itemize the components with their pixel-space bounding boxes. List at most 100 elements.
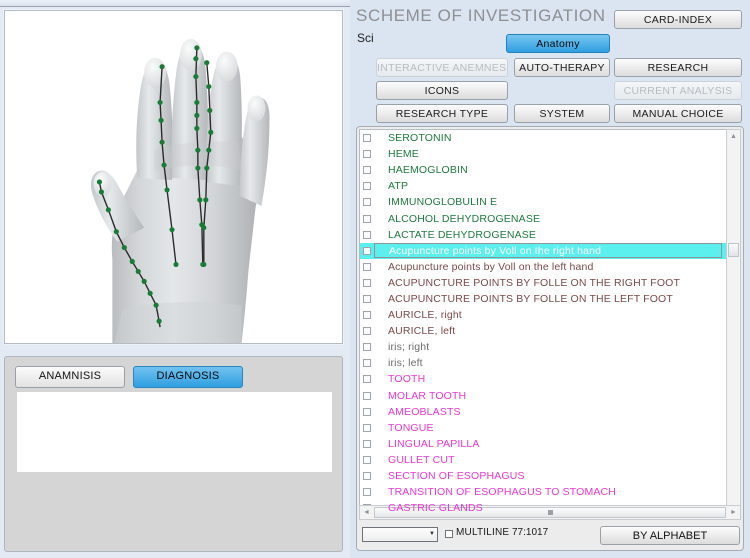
list-item-checkbox[interactable] bbox=[363, 150, 371, 158]
list-item-label: iris; left bbox=[388, 357, 423, 369]
list-item-label: ACUPUNCTURE POINTS BY FOLLE ON THE RIGHT… bbox=[388, 277, 680, 289]
list-item-label: ATP bbox=[388, 180, 408, 192]
list-item-checkbox[interactable] bbox=[363, 198, 371, 206]
list-item[interactable]: iris; right bbox=[360, 339, 726, 355]
list-item-checkbox[interactable] bbox=[363, 472, 371, 480]
list-status-bar: ▼ MULTILINE 77:1017 BY ALPHABET bbox=[357, 522, 743, 550]
chevron-down-icon: ▼ bbox=[429, 531, 435, 537]
list-item[interactable]: ACUPUNCTURE POINTS BY FOLLE ON THE LEFT … bbox=[360, 291, 726, 307]
manual-choice-button[interactable]: MANUAL CHOICE bbox=[614, 104, 742, 123]
research-type-button[interactable]: RESEARCH TYPE bbox=[376, 104, 508, 123]
list-item-checkbox[interactable] bbox=[363, 343, 371, 351]
list-item-checkbox[interactable] bbox=[363, 166, 371, 174]
list-item-checkbox[interactable] bbox=[363, 263, 371, 271]
list-item-label: Acupuncture points by Voll on the left h… bbox=[388, 261, 594, 273]
system-button[interactable]: SYSTEM bbox=[514, 104, 610, 123]
list-item-label: iris; right bbox=[388, 341, 429, 353]
list-item[interactable]: ALCOHOL DEHYDROGENASE bbox=[360, 210, 726, 226]
list-item[interactable]: HAEMOGLOBIN bbox=[360, 162, 726, 178]
by-alphabet-button[interactable]: BY ALPHABET bbox=[600, 526, 740, 545]
list-item-label: TRANSITION OF ESOPHAGUS TO STOMACH bbox=[388, 486, 616, 498]
page-title: SCHEME OF INVESTIGATION bbox=[356, 6, 606, 26]
scroll-up-icon[interactable]: ▲ bbox=[727, 130, 740, 143]
vertical-scrollbar[interactable]: ▲ ▼ bbox=[726, 129, 741, 516]
card-index-button[interactable]: CARD-INDEX bbox=[614, 10, 742, 29]
list-item-label: GULLET CUT bbox=[388, 454, 455, 466]
icons-button[interactable]: ICONS bbox=[376, 81, 508, 100]
tab-diagnosis[interactable]: DIAGNOSIS bbox=[133, 366, 243, 388]
diagnosis-text-area[interactable] bbox=[17, 392, 332, 472]
list-item-checkbox[interactable] bbox=[363, 311, 371, 319]
list-item-label: LINGUAL PAPILLA bbox=[388, 438, 480, 450]
list-item[interactable]: LACTATE DEHYDROGENASE bbox=[360, 227, 726, 243]
list-item[interactable]: AURICLE, right bbox=[360, 307, 726, 323]
diagnosis-panel: ANAMNISIS DIAGNOSIS bbox=[4, 356, 343, 552]
list-item[interactable]: AURICLE, left bbox=[360, 323, 726, 339]
left-column: ANAMNISIS DIAGNOSIS bbox=[0, 0, 350, 558]
list-item[interactable]: ATP bbox=[360, 178, 726, 194]
hand-image-panel[interactable] bbox=[4, 10, 343, 344]
list-item-checkbox[interactable] bbox=[363, 408, 371, 416]
application-window: ANAMNISIS DIAGNOSIS SCHEME OF INVESTIGAT… bbox=[0, 0, 750, 558]
list-item[interactable]: SECTION OF ESOPHAGUS bbox=[360, 468, 726, 484]
auto-therapy-button[interactable]: AUTO-THERAPY bbox=[514, 58, 610, 77]
list-item-label: IMMUNOGLOBULIN E bbox=[388, 196, 497, 208]
anatomy-button[interactable]: Anatomy bbox=[506, 34, 610, 53]
list-item-checkbox[interactable] bbox=[363, 215, 371, 223]
list-item-label: ACUPUNCTURE POINTS BY FOLLE ON THE LEFT … bbox=[388, 293, 673, 305]
list-item[interactable]: MOLAR TOOTH bbox=[360, 388, 726, 404]
list-item[interactable]: IMMUNOGLOBULIN E bbox=[360, 194, 726, 210]
vertical-scrollbar-thumb[interactable] bbox=[728, 243, 739, 257]
list-item[interactable]: TOOTH bbox=[360, 371, 726, 387]
list-item-checkbox[interactable] bbox=[363, 375, 371, 383]
interactive-anemnesis-button[interactable]: INTERACTIVE ANEMNESIS bbox=[376, 58, 508, 77]
list-item[interactable]: Acupuncture points by Voll on the left h… bbox=[360, 259, 726, 275]
list-item-checkbox[interactable] bbox=[363, 247, 371, 255]
list-item-label: GASTRIC GLANDS bbox=[388, 502, 483, 514]
acupuncture-hand-diagram bbox=[5, 11, 342, 343]
list-item[interactable]: GULLET CUT bbox=[360, 452, 726, 468]
research-button[interactable]: RESEARCH bbox=[614, 58, 742, 77]
list-item[interactable]: TONGUE bbox=[360, 420, 726, 436]
list-item-label: LACTATE DEHYDROGENASE bbox=[388, 229, 536, 241]
list-item[interactable]: SEROTONIN bbox=[360, 130, 726, 146]
list-item-label: MOLAR TOOTH bbox=[388, 390, 466, 402]
list-item-checkbox[interactable] bbox=[363, 182, 371, 190]
list-item[interactable]: LINGUAL PAPILLA bbox=[360, 436, 726, 452]
scroll-right-icon[interactable]: ► bbox=[727, 506, 740, 519]
multiline-checkbox[interactable] bbox=[445, 530, 453, 538]
list-item[interactable]: iris; left bbox=[360, 355, 726, 371]
list-item[interactable]: ACUPUNCTURE POINTS BY FOLLE ON THE RIGHT… bbox=[360, 275, 726, 291]
list-item-label: HEME bbox=[388, 148, 419, 160]
list-item-label: SECTION OF ESOPHAGUS bbox=[388, 470, 525, 482]
list-item-label: ALCOHOL DEHYDROGENASE bbox=[388, 213, 540, 225]
multiline-label: MULTILINE bbox=[456, 527, 509, 538]
list-item-label: SEROTONIN bbox=[388, 132, 452, 144]
list-item-checkbox[interactable] bbox=[363, 488, 371, 496]
list-item[interactable]: HEME bbox=[360, 146, 726, 162]
list-item-checkbox[interactable] bbox=[363, 359, 371, 367]
list-item-checkbox[interactable] bbox=[363, 231, 371, 239]
list-item-checkbox[interactable] bbox=[363, 134, 371, 142]
list-item-checkbox[interactable] bbox=[363, 424, 371, 432]
list-item-checkbox[interactable] bbox=[363, 456, 371, 464]
investigation-list[interactable]: SEROTONIN HEME HAEMOGLOBIN ATP IMMUNOGLOBULI… bbox=[359, 129, 727, 516]
list-item-checkbox[interactable] bbox=[363, 295, 371, 303]
list-item[interactable]: Acupuncture points by Voll on the right … bbox=[360, 243, 726, 259]
current-analysis-button[interactable]: CURRENT ANALYSIS bbox=[614, 81, 742, 100]
list-item-label: Acupuncture points by Voll on the right … bbox=[389, 245, 601, 257]
filter-dropdown[interactable]: ▼ bbox=[362, 527, 438, 542]
list-item-label: AURICLE, right bbox=[388, 309, 462, 321]
scroll-left-icon[interactable]: ◄ bbox=[360, 506, 373, 519]
list-item-checkbox[interactable] bbox=[363, 327, 371, 335]
list-item[interactable]: TRANSITION OF ESOPHAGUS TO STOMACH bbox=[360, 484, 726, 500]
record-counter: 77:1017 bbox=[512, 527, 548, 538]
list-item-checkbox[interactable] bbox=[363, 440, 371, 448]
tab-anamnisis[interactable]: ANAMNISIS bbox=[15, 366, 125, 388]
scheme-subtitle: Sci bbox=[357, 31, 374, 45]
list-item-checkbox[interactable] bbox=[363, 392, 371, 400]
diagnosis-tab-group: ANAMNISIS DIAGNOSIS bbox=[15, 366, 243, 388]
list-item-checkbox[interactable] bbox=[363, 279, 371, 287]
list-item[interactable]: AMEOBLASTS bbox=[360, 404, 726, 420]
list-item-label: HAEMOGLOBIN bbox=[388, 164, 468, 176]
